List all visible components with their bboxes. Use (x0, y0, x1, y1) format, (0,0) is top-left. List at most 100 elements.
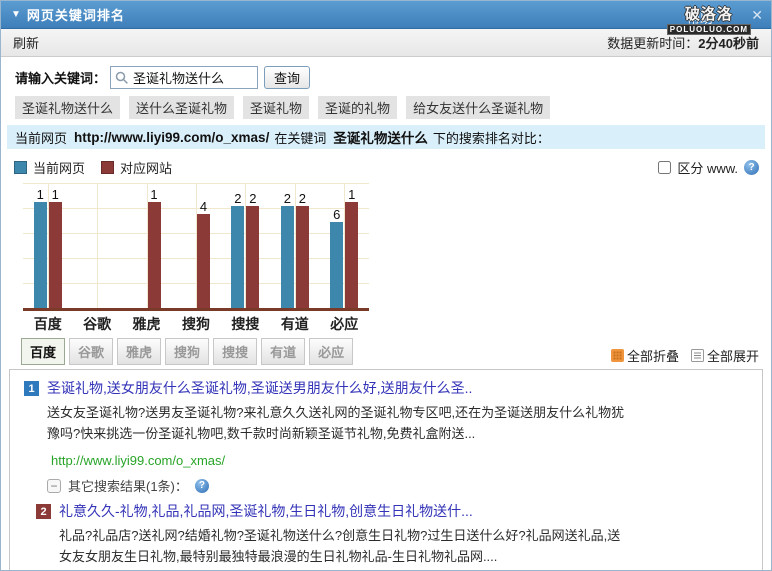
keyword-rank-widget: ▼ 网页关键词排名 帮助 破洛洛 POLUOLUO.COM ✕ 刷新 数据更新时… (0, 0, 772, 571)
collapse-all-button[interactable]: 全部折叠 (610, 346, 679, 365)
refresh-button[interactable]: 刷新 (13, 33, 39, 52)
bar-slot: 2 (295, 191, 310, 308)
chart-category-label: 搜狗 (181, 316, 210, 332)
bar-当前网页-必应 (330, 222, 344, 308)
tab-必应[interactable]: 必应 (309, 338, 354, 365)
bar-slot: 1 (344, 187, 359, 308)
other-results-label: 其它搜索结果(1条)： (68, 479, 188, 494)
bar-value-label: 1 (150, 187, 158, 202)
expand-all-button[interactable]: 全部展开 (690, 346, 759, 365)
tab-有道[interactable]: 有道 (261, 338, 306, 365)
bar-value-label: 2 (283, 191, 291, 206)
www-help-icon[interactable]: ? (744, 160, 759, 175)
collapse-minus-icon[interactable]: − (47, 478, 61, 493)
result-title-link[interactable]: 礼意久久-礼物,礼品,礼品网,圣诞礼物,生日礼物,创意生日礼物送什... (59, 501, 473, 521)
rank-badge-2: 2 (36, 504, 51, 519)
bar-对应网站-有道 (295, 206, 309, 308)
legend-current-swatch (14, 161, 27, 174)
result-url-link[interactable]: http://www.liyi99.com/o_xmas/ (51, 453, 750, 468)
bar-当前网页-搜搜 (231, 206, 245, 308)
toolbar: 刷新 数据更新时间：2分40秒前 (1, 29, 771, 57)
other-results-help-icon[interactable]: ? (194, 478, 209, 493)
bar-slot: 2 (245, 191, 260, 308)
tabs-container: 百度 谷歌 雅虎 搜狗 搜搜 有道 必应 (21, 338, 357, 365)
results-panel: 1 圣诞礼物,送女朋友什么圣诞礼物,圣诞送男朋友什么好,送朋友什么圣.. 送女友圣诞… (9, 369, 763, 570)
chart-category-label: 有道 (280, 316, 309, 332)
chart-group-谷歌 (82, 183, 112, 308)
widget-title: 网页关键词排名 (26, 8, 125, 23)
update-time-value: 2分40秒前 (698, 36, 759, 51)
info-prefix: 当前网页 (15, 130, 68, 146)
suggest-tag-2[interactable]: 送什么圣诞礼物 (129, 96, 235, 119)
chart-group-搜狗: 4 (181, 183, 211, 308)
title-bar: ▼ 网页关键词排名 帮助 破洛洛 POLUOLUO.COM ✕ (1, 1, 771, 35)
bar-当前网页-有道 (280, 206, 294, 308)
bar-value-label: 2 (249, 191, 257, 206)
bar-当前网页-百度 (33, 202, 47, 308)
rank-chart: 1114222261 百度 谷歌 雅虎 搜狗 搜搜 有道 必应 (23, 183, 369, 334)
chart-group-有道: 22 (280, 183, 310, 308)
bar-value-label: 2 (234, 191, 242, 206)
tab-搜搜[interactable]: 搜搜 (213, 338, 258, 365)
info-keyword: 圣诞礼物送什么 (333, 131, 428, 146)
result-title-link[interactable]: 圣诞礼物,送女朋友什么圣诞礼物,圣诞送男朋友什么好,送朋友什么圣.. (47, 378, 472, 398)
search-box (110, 65, 259, 89)
bar-对应网站-搜搜 (246, 206, 260, 308)
rank-badge-1: 1 (24, 381, 39, 396)
chart-group-雅虎: 1 (132, 183, 162, 308)
suggest-tag-5[interactable]: 给女友送什么圣诞礼物 (406, 96, 551, 119)
bar-value-label: 4 (199, 199, 208, 214)
bar-value-label: 2 (298, 191, 306, 206)
search-label: 请输入关键词： (15, 70, 107, 86)
bar-value-label: 1 (51, 187, 59, 202)
bar-slot: 1 (48, 187, 63, 308)
tab-雅虎[interactable]: 雅虎 (117, 338, 162, 365)
query-button[interactable]: 查询 (264, 65, 311, 89)
suggest-tag-1[interactable]: 圣诞礼物送什么 (15, 96, 121, 119)
bar-slot: 4 (196, 199, 211, 308)
tab-搜狗[interactable]: 搜狗 (165, 338, 210, 365)
chart-category-label: 必应 (330, 316, 359, 332)
legend-current-page: 当前网页 (14, 158, 85, 177)
chart-group-必应: 61 (329, 183, 359, 308)
info-bar: 当前网页 http://www.liyi99.com/o_xmas/ 在关键词 … (7, 125, 765, 149)
collapse-triangle-icon[interactable]: ▼ (11, 9, 21, 20)
bar-slot: 1 (147, 187, 162, 308)
collapse-all-icon (610, 349, 624, 362)
legend-matched-site: 对应网站 (101, 158, 172, 177)
chart-category-label: 百度 (33, 316, 62, 332)
other-results-row: − 其它搜索结果(1条)： ? (47, 476, 750, 495)
chart-category-label: 雅虎 (132, 316, 161, 332)
www-option: 区分 www. ? (658, 158, 759, 177)
bar-slot: 1 (33, 187, 48, 308)
result-item-1: 1 圣诞礼物,送女朋友什么圣诞礼物,圣诞送男朋友什么好,送朋友什么圣.. 送女友圣诞… (22, 378, 750, 468)
legend-row: 当前网页 对应网站 区分 www. ? (14, 158, 759, 177)
bar-slot: 6 (329, 207, 344, 308)
bar-对应网站-雅虎 (147, 202, 161, 308)
search-icon (115, 71, 128, 84)
legend-matched-swatch (101, 161, 115, 174)
chart-category-label: 搜搜 (231, 316, 260, 332)
distinguish-www-checkbox[interactable] (658, 161, 672, 174)
chart-category-label: 谷歌 (83, 316, 112, 332)
engine-tabs: 百度 谷歌 雅虎 搜狗 搜搜 有道 必应 全部折叠 全部展开 (21, 338, 759, 365)
bar-对应网站-百度 (48, 202, 62, 308)
bar-对应网站-搜狗 (196, 214, 210, 308)
tab-谷歌[interactable]: 谷歌 (69, 338, 114, 365)
help-link[interactable]: 帮助 (687, 8, 713, 27)
bar-value-label: 6 (333, 207, 341, 222)
result-description: 礼品?礼品店?送礼网?结婚礼物?圣诞礼物送什么?创意生日礼物?过生日送什么好?礼… (59, 528, 621, 564)
suggest-tags: 圣诞礼物送什么 送什么圣诞礼物 圣诞礼物 圣诞的礼物 给女友送什么圣诞礼物 (15, 96, 771, 119)
bar-slot: 2 (230, 191, 245, 308)
tab-百度[interactable]: 百度 (21, 338, 66, 365)
keyword-input[interactable] (133, 69, 252, 85)
legend-current-label: 当前网页 (33, 161, 86, 176)
info-url: http://www.liyi99.com/o_xmas/ (74, 129, 270, 145)
chart-group-搜搜: 22 (230, 183, 260, 308)
collapse-all-label: 全部折叠 (626, 349, 679, 364)
result-item-2: 2 礼意久久-礼物,礼品,礼品网,圣诞礼物,生日礼物,创意生日礼物送什... 礼品?… (34, 501, 750, 570)
update-time-label: 数据更新时间： (607, 36, 699, 51)
suggest-tag-4[interactable]: 圣诞的礼物 (318, 96, 398, 119)
close-icon[interactable]: ✕ (751, 7, 763, 24)
suggest-tag-3[interactable]: 圣诞礼物 (243, 96, 310, 119)
